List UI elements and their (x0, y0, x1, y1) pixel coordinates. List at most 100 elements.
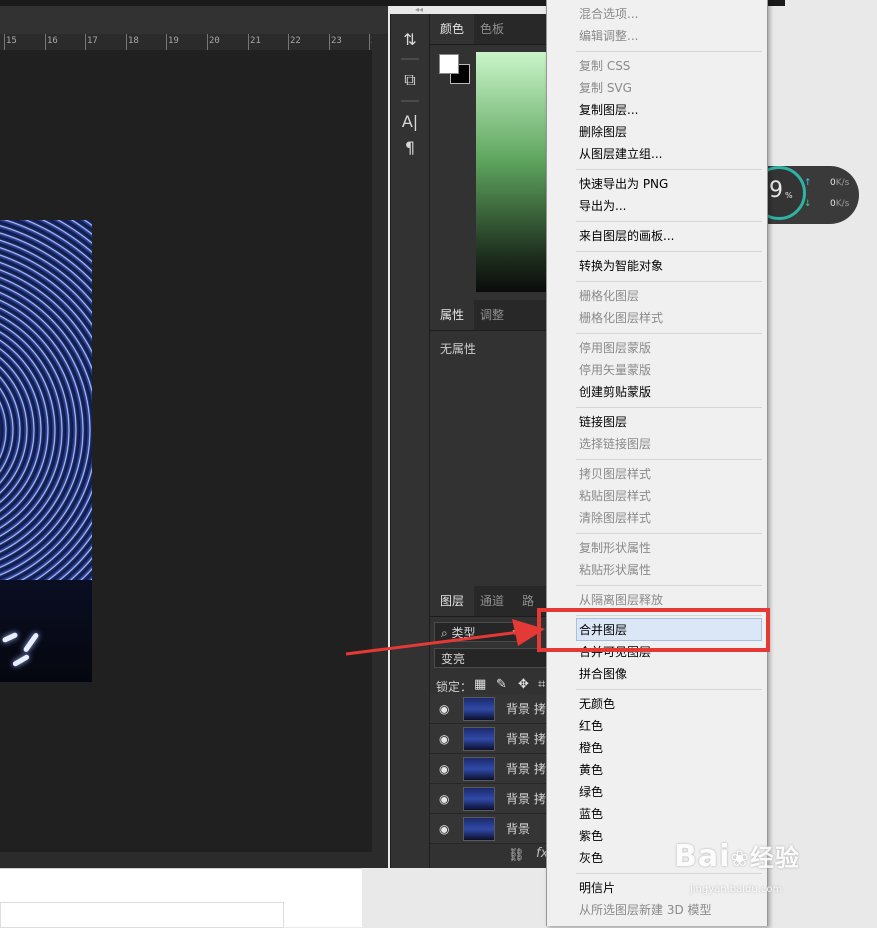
ruler-tick-mark (45, 34, 46, 50)
menu-item-color-none[interactable]: 无颜色 (579, 693, 615, 715)
download-unit: K/s (835, 199, 850, 209)
layer-row[interactable]: ◉ 背景 拷 (430, 784, 550, 814)
annotation-highlight-box (537, 608, 770, 652)
menu-item-link-layers[interactable]: 链接图层 (579, 411, 627, 433)
layer-comps-icon[interactable]: ⧉ (399, 70, 421, 90)
menu-separator (576, 221, 762, 222)
layer-thumbnail (463, 697, 495, 721)
menu-item-paste-layer-style[interactable]: 粘贴图层样式 (579, 485, 651, 507)
menu-item-color-green[interactable]: 绿色 (579, 781, 603, 803)
ruler-tick-label: 15 (6, 36, 17, 46)
menu-separator (576, 585, 762, 586)
watermark-url: jingyan.baidu.com (690, 884, 783, 895)
layer-thumbnail (463, 727, 495, 751)
menu-item-delete-layer[interactable]: 删除图层 (579, 121, 627, 143)
upload-unit: K/s (835, 178, 850, 188)
lock-artboard-icon[interactable]: ⌗ (538, 677, 545, 692)
ruler-tick-mark (248, 34, 249, 50)
eye-visibility-icon[interactable]: ◉ (439, 822, 449, 836)
layer-row[interactable]: ◉ 背景 拷 (430, 754, 550, 784)
menu-item-color-gray[interactable]: 灰色 (579, 847, 603, 869)
menu-item-disable-vector-mask[interactable]: 停用矢量蒙版 (579, 359, 651, 381)
history-panel-icon[interactable]: ⇅ (399, 30, 421, 50)
menu-item-edit-adjustment[interactable]: 编辑调整... (579, 25, 638, 47)
horizontal-scrollbar[interactable] (0, 852, 372, 868)
vertical-scrollbar[interactable] (372, 34, 388, 868)
tab-adjustments[interactable]: 调整 (470, 300, 514, 330)
ruler-tick-mark (329, 34, 330, 50)
menu-item-color-yellow[interactable]: 黄色 (579, 759, 603, 781)
menu-item-rasterize-layer-style[interactable]: 栅格化图层样式 (579, 307, 663, 329)
menu-item-copy-shape-attributes[interactable]: 复制形状属性 (579, 537, 651, 559)
menu-item-color-red[interactable]: 红色 (579, 715, 603, 737)
download-arrow-icon: ↓ (804, 199, 812, 209)
menu-item-duplicate-layer[interactable]: 复制图层... (579, 99, 638, 121)
eye-visibility-icon[interactable]: ◉ (439, 702, 449, 716)
menu-item-convert-smart-object[interactable]: 转换为智能对象 (579, 255, 663, 277)
layer-row[interactable]: ◉ 背景 拷 (430, 724, 550, 754)
menu-item-export-as[interactable]: 导出为... (579, 195, 626, 217)
menu-item-create-clipping-mask[interactable]: 创建剪贴蒙版 (579, 381, 651, 403)
eye-visibility-icon[interactable]: ◉ (439, 762, 449, 776)
menu-item-flatten-image[interactable]: 拼合图像 (579, 663, 627, 685)
menu-separator (576, 689, 762, 690)
layer-thumbnail (463, 817, 495, 841)
tab-properties[interactable]: 属性 (430, 300, 475, 330)
lock-transparent-pixels-icon[interactable]: ▦ (474, 677, 486, 692)
character-panel-icon[interactable]: A| (399, 112, 421, 132)
star-trail-photo (0, 220, 92, 682)
menu-item-paste-shape-attributes[interactable]: 粘贴形状属性 (579, 559, 651, 581)
menu-item-artboard-from-layers[interactable]: 来自图层的画板... (579, 225, 674, 247)
properties-panel-tabs: 属性 调整 (430, 300, 550, 331)
ruler-tick-label: 18 (128, 36, 139, 46)
menu-separator (576, 251, 762, 252)
menu-item-select-linked-layers[interactable]: 选择链接图层 (579, 433, 651, 455)
menu-item-color-blue[interactable]: 蓝色 (579, 803, 603, 825)
menu-item-postcard[interactable]: 明信片 (579, 877, 615, 899)
menu-separator (576, 459, 762, 460)
document-tab-bar (0, 6, 388, 34)
menu-item-copy-css[interactable]: 复制 CSS (579, 55, 630, 77)
menu-item-color-violet[interactable]: 紫色 (579, 825, 603, 847)
layer-name: 背景 拷 (506, 702, 546, 716)
menu-item-disable-layer-mask[interactable]: 停用图层蒙版 (579, 337, 651, 359)
link-layers-icon[interactable]: ⛓ (508, 848, 525, 863)
ruler-tick-label: 22 (290, 36, 301, 46)
ruler-tick-mark (85, 34, 86, 50)
menu-item-color-orange[interactable]: 橙色 (579, 737, 603, 759)
tab-color[interactable]: 颜色 (430, 14, 475, 44)
tab-swatches[interactable]: 色板 (470, 14, 514, 44)
menu-item-group-from-layers[interactable]: 从图层建立组... (579, 143, 662, 165)
ruler-tick-mark (166, 34, 167, 50)
tool-separator (401, 58, 419, 60)
lock-image-pixels-icon[interactable]: ✎ (496, 677, 507, 692)
layer-row[interactable]: ◉ 背景 拷 (430, 694, 550, 724)
collapse-arrows-icon[interactable]: ◂◂ (415, 5, 423, 14)
menu-separator (576, 333, 762, 334)
menu-item-copy-svg[interactable]: 复制 SVG (579, 77, 632, 99)
usage-percent: 9 (769, 178, 783, 203)
watermark-brand-suffix: 经验 (749, 844, 800, 872)
layer-thumbnail (463, 757, 495, 781)
ruler-tick-label: 23 (331, 36, 342, 46)
ruler-tick-mark (126, 34, 127, 50)
lock-position-icon[interactable]: ✥ (518, 677, 529, 692)
eye-visibility-icon[interactable]: ◉ (439, 792, 449, 806)
menu-separator (576, 281, 762, 282)
color-picker-field[interactable] (476, 52, 550, 292)
menu-item-blending-options[interactable]: 混合选项... (579, 3, 638, 25)
layer-thumbnail (463, 787, 495, 811)
menu-item-clear-layer-style[interactable]: 清除图层样式 (579, 507, 651, 529)
menu-item-rasterize-layer[interactable]: 栅格化图层 (579, 285, 639, 307)
layer-row[interactable]: ◉ 背景 (430, 814, 550, 844)
layer-name: 背景 拷 (506, 732, 546, 746)
light-streak (11, 653, 31, 668)
paragraph-panel-icon[interactable]: ¶ (399, 138, 421, 158)
foreground-color-swatch[interactable] (439, 54, 459, 74)
menu-item-quick-export-png[interactable]: 快速导出为 PNG (579, 173, 668, 195)
menu-item-new-3d-model[interactable]: 从所选图层新建 3D 模型 (579, 899, 712, 921)
eye-visibility-icon[interactable]: ◉ (439, 732, 449, 746)
layer-name: 背景 (506, 822, 531, 836)
menu-item-copy-layer-style[interactable]: 拷贝图层样式 (579, 463, 651, 485)
ruler-tick-mark (4, 34, 5, 50)
